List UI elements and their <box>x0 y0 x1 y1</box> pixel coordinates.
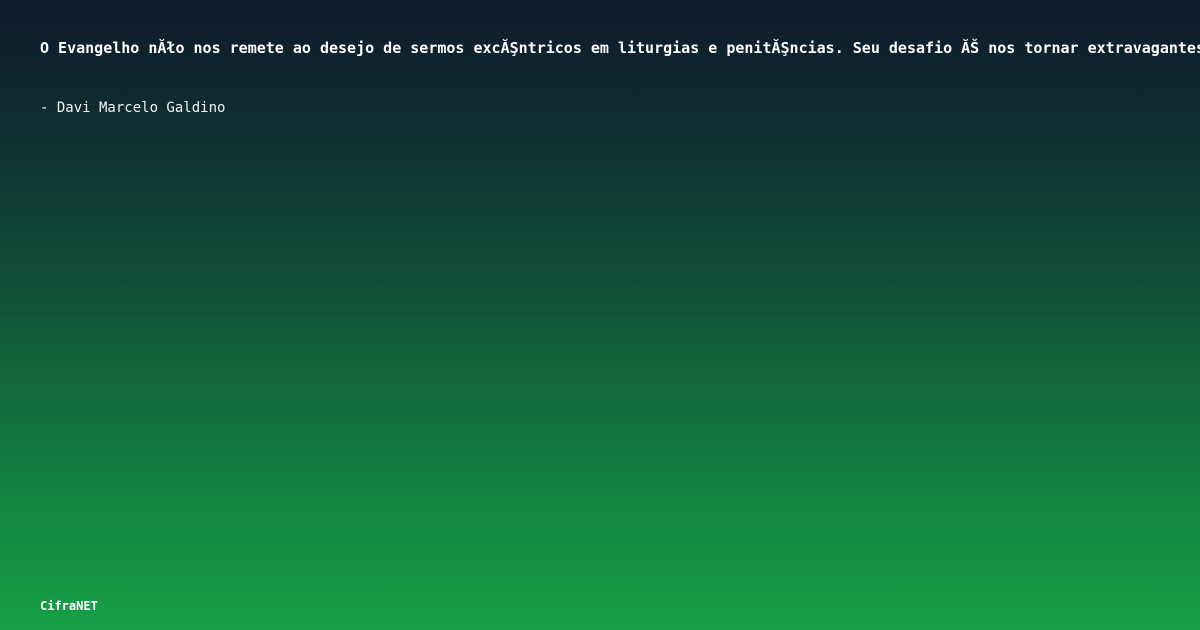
quote-card: O Evangelho nĂło nos remete ao desejo de… <box>0 0 1200 630</box>
quote-author: - Davi Marcelo Galdino <box>40 100 226 116</box>
quote-text: O Evangelho nĂło nos remete ao desejo de… <box>40 39 1200 57</box>
brand-name: CifraNET <box>40 599 98 613</box>
